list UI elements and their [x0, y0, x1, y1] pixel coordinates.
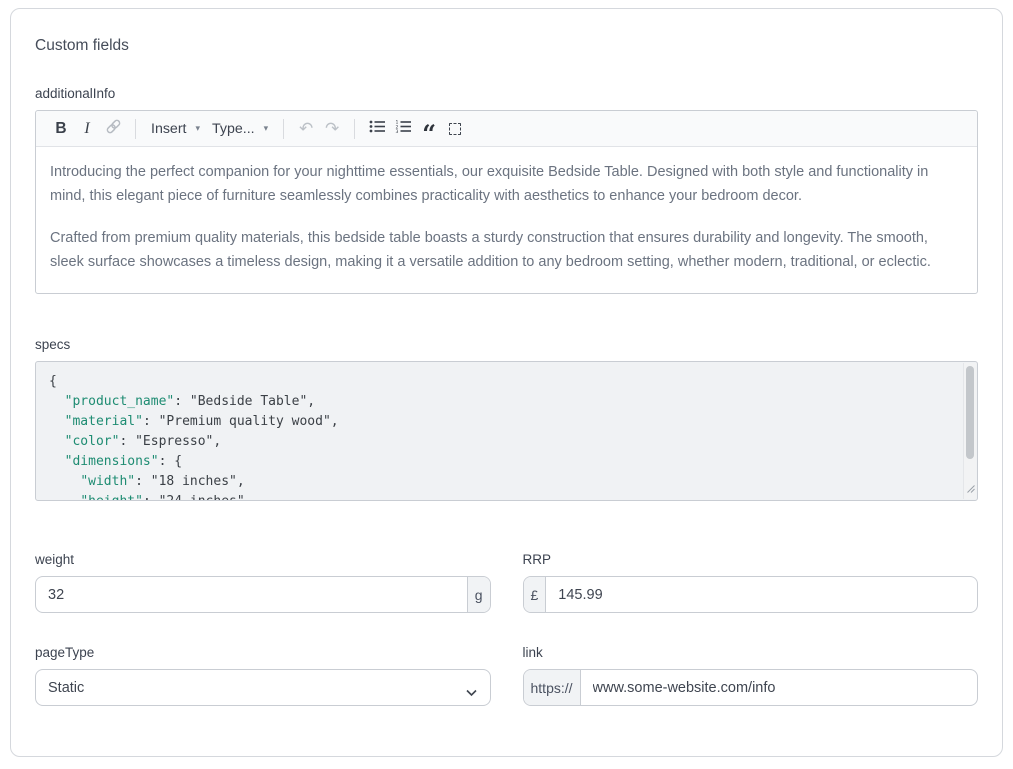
insert-menu-label: Insert	[151, 121, 186, 137]
specs-code-textarea[interactable]: { "product_name": "Bedside Table", "mate…	[35, 361, 978, 501]
blockquote-button[interactable]: “	[416, 116, 442, 142]
additional-info-label: additionalInfo	[35, 86, 978, 101]
editor-toolbar: B I Insert ▾	[36, 111, 977, 147]
protocol-addon: https://	[524, 670, 581, 705]
page-type-field: pageType Static	[35, 645, 491, 706]
page-type-label: pageType	[35, 645, 491, 660]
vertical-scrollbar[interactable]	[963, 363, 976, 499]
numbered-list-icon: 1 2 3	[395, 119, 412, 138]
type-menu-button[interactable]: Type... ▾	[206, 116, 274, 142]
editor-paragraph: Introducing the perfect companion for yo…	[50, 160, 963, 208]
code-line: {	[49, 372, 949, 392]
rrp-field: RRP £	[523, 552, 979, 613]
scrollbar-thumb[interactable]	[966, 366, 974, 459]
bold-button[interactable]: B	[48, 116, 74, 142]
link-label: link	[523, 645, 979, 660]
dashed-box-button[interactable]	[442, 116, 468, 142]
caret-down-icon: ▾	[264, 123, 269, 134]
weight-field: weight g	[35, 552, 491, 613]
code-line: "width": "18 inches",	[49, 472, 949, 492]
specs-code-content: { "product_name": "Bedside Table", "mate…	[36, 362, 977, 501]
toolbar-divider	[354, 119, 355, 139]
type-menu-label: Type...	[212, 121, 255, 137]
additional-info-field: additionalInfo B I	[35, 86, 978, 294]
code-line: "material": "Premium quality wood",	[49, 412, 949, 432]
page-type-select[interactable]: Static	[36, 670, 490, 705]
weight-label: weight	[35, 552, 491, 567]
specs-field: specs { "product_name": "Bedside Table",…	[35, 337, 978, 501]
resize-grip-icon[interactable]	[966, 480, 975, 498]
svg-text:3: 3	[395, 129, 398, 134]
code-line: "height": "24 inches",	[49, 492, 949, 501]
undo-icon: ↶	[299, 119, 313, 139]
caret-down-icon: ▾	[195, 123, 200, 134]
chain-icon	[105, 118, 122, 139]
weight-unit-addon: g	[467, 577, 490, 612]
rrp-input-group: £	[523, 576, 979, 613]
code-line: "color": "Espresso",	[49, 432, 949, 452]
weight-input[interactable]	[36, 577, 467, 612]
rrp-label: RRP	[523, 552, 979, 567]
code-line: "product_name": "Bedside Table",	[49, 392, 949, 412]
editor-paragraph: Crafted from premium quality materials, …	[50, 226, 963, 274]
blockquote-icon: “	[422, 119, 436, 148]
italic-button[interactable]: I	[74, 116, 100, 142]
card-title: Custom fields	[35, 37, 978, 55]
custom-fields-card: Custom fields additionalInfo B I	[10, 8, 1003, 757]
rich-text-editor: B I Insert ▾	[35, 110, 978, 294]
insert-menu-button[interactable]: Insert ▾	[145, 116, 206, 142]
link-field: link https://	[523, 645, 979, 706]
editor-content-area[interactable]: Introducing the perfect companion for yo…	[36, 147, 977, 293]
dashed-square-icon	[449, 123, 461, 135]
link-button[interactable]	[100, 116, 126, 142]
undo-button[interactable]: ↶	[293, 116, 319, 142]
rrp-input[interactable]	[546, 577, 977, 612]
bullet-list-button[interactable]	[364, 116, 390, 142]
weight-input-group: g	[35, 576, 491, 613]
numbered-list-button[interactable]: 1 2 3	[390, 116, 416, 142]
page-type-select-wrap: Static	[35, 669, 491, 706]
redo-icon: ↷	[325, 119, 339, 139]
bullet-list-icon	[369, 119, 386, 138]
specs-label: specs	[35, 337, 978, 352]
weight-rrp-row: weight g RRP £	[35, 552, 978, 613]
link-input[interactable]	[581, 670, 977, 705]
redo-button[interactable]: ↷	[319, 116, 345, 142]
link-input-group: https://	[523, 669, 979, 706]
currency-addon: £	[524, 577, 547, 612]
code-line: "dimensions": {	[49, 452, 949, 472]
pagetype-link-row: pageType Static link https://	[35, 645, 978, 706]
toolbar-divider	[283, 119, 284, 139]
toolbar-divider	[135, 119, 136, 139]
